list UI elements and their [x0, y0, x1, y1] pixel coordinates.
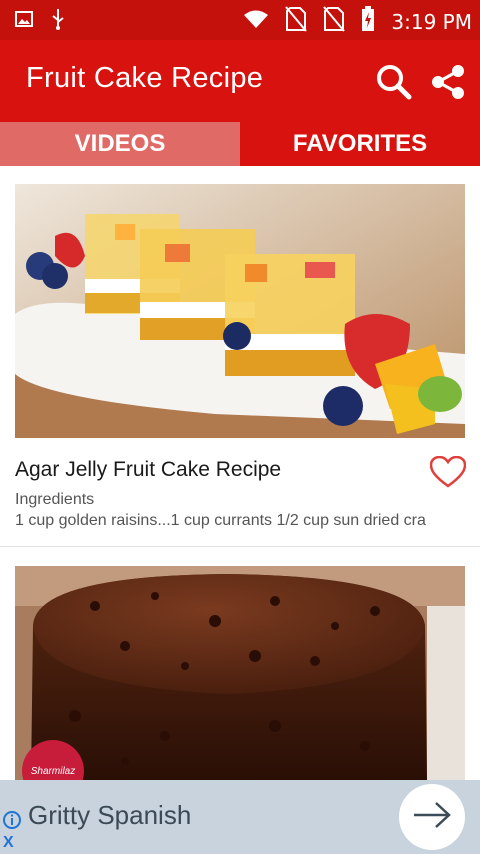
no-sim-icon: [285, 6, 308, 37]
ad-text[interactable]: Gritty Spanish: [28, 800, 191, 831]
image-icon: [14, 9, 34, 34]
no-sim-icon: [323, 6, 346, 37]
recipe-list: Agar Jelly Fruit Cake Recipe Ingredients…: [0, 166, 480, 780]
app-title: Fruit Cake Recipe: [26, 62, 264, 94]
recipe-card[interactable]: Agar Jelly Fruit Cake Recipe Ingredients…: [0, 166, 480, 547]
heart-outline-icon[interactable]: [429, 455, 467, 493]
search-icon[interactable]: [374, 62, 414, 107]
wifi-icon: [243, 9, 269, 34]
recipe-thumbnail-fruit-cake[interactable]: [15, 566, 465, 780]
recipe-subtitle: Ingredients: [15, 491, 95, 508]
usb-icon: [50, 8, 66, 35]
arrow-right-icon: [412, 800, 452, 835]
share-icon[interactable]: [428, 62, 468, 107]
app-bar: Fruit Cake Recipe: [0, 40, 480, 122]
recipe-description: 1 cup golden raisins...1 cup currants 1/…: [15, 512, 426, 529]
ad-close-button[interactable]: X: [3, 834, 14, 852]
status-bar: 3:19 PM: [0, 0, 480, 40]
recipe-title[interactable]: Agar Jelly Fruit Cake Recipe: [15, 458, 281, 482]
tab-videos[interactable]: VIDEOS: [0, 122, 240, 166]
tab-favorites[interactable]: FAVORITES: [240, 122, 480, 166]
tab-bar: VIDEOS FAVORITES: [0, 122, 480, 166]
battery-charging-icon: [361, 6, 375, 37]
ad-cta-button[interactable]: [399, 784, 465, 850]
recipe-thumbnail-jelly-cake[interactable]: [15, 184, 465, 438]
clock: 3:19 PM: [391, 9, 472, 34]
info-icon[interactable]: [2, 810, 22, 835]
ad-banner[interactable]: X Gritty Spanish: [0, 780, 480, 854]
